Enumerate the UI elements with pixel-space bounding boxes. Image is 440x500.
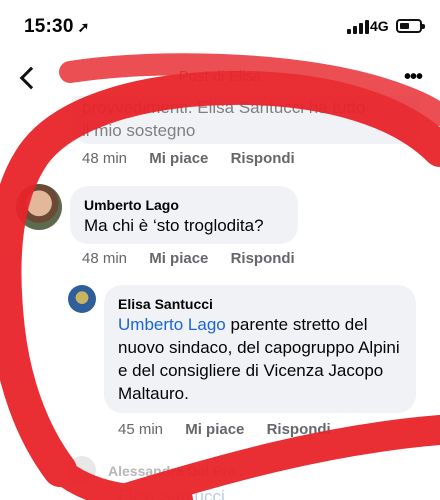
like-button[interactable]: Mi piace [149,250,208,267]
reply-bubble: Elisa Santucci Umberto Lago parente stre… [104,285,416,413]
status-bar: 15:30 ➚ 4G [0,0,440,56]
reply-button[interactable]: Rispondi [231,250,295,267]
previous-comment-text: provvedimenti. Elisa Santucci ha tutto i… [82,98,366,140]
previous-comment-actions: 48 min Mi piace Rispondi [82,150,313,167]
avatar[interactable] [68,456,96,484]
signal-icon [347,20,369,34]
next-comment-mention[interactable]: Elisa Santucci [118,487,225,500]
reply-actions: 45 min Mi piace Rispondi [118,421,349,438]
reply-button[interactable]: Rispondi [267,421,331,438]
nav-bar: Post di Elisa ••• [0,56,440,100]
comment-actions: 48 min Mi piace Rispondi [82,250,313,267]
comment-time: 48 min [82,250,128,267]
like-button[interactable]: Mi piace [185,421,244,438]
avatar[interactable] [68,285,96,313]
network-type: 4G [370,18,389,34]
reply-text: Umberto Lago parente stretto del nuovo s… [118,315,400,403]
comment-time: 45 min [118,421,164,438]
more-options-icon[interactable]: ••• [404,66,423,89]
page-title: Post di Elisa [178,68,262,85]
reply-author[interactable]: Elisa Santucci [118,295,402,313]
reply-button[interactable]: Rispondi [231,150,295,167]
comment-text: Ma chi è ‘sto troglodita? [84,216,264,235]
comment-bubble: Umberto Lago Ma chi è ‘sto troglodita? [70,186,298,244]
comment-time: 48 min [82,150,128,167]
next-comment-author[interactable]: Alessandra Dal Prà [108,463,236,479]
battery-icon [396,19,425,33]
avatar[interactable] [16,184,62,230]
mention-link[interactable]: Umberto Lago [118,315,226,334]
comment-author[interactable]: Umberto Lago [84,196,284,214]
location-arrow-icon: ➚ [77,19,90,35]
clock: 15:30 ➚ [24,16,90,37]
like-button[interactable]: Mi piace [149,150,208,167]
